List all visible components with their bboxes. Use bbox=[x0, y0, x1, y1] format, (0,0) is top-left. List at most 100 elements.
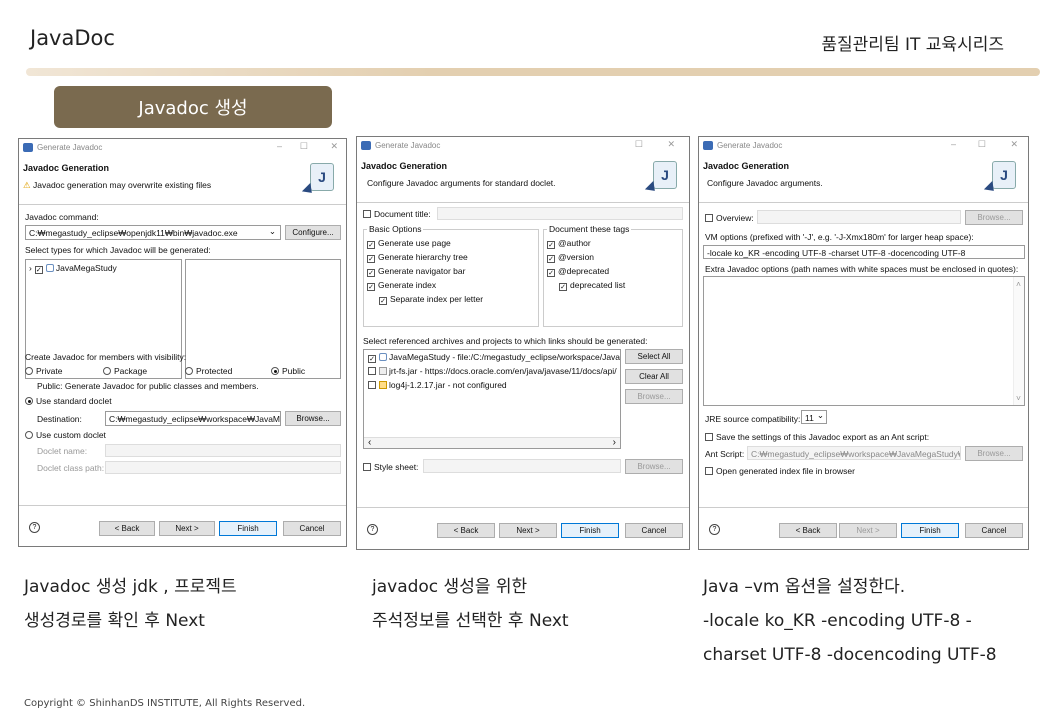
reference-checkbox[interactable]: ✓ bbox=[368, 355, 376, 363]
tag-deprecated[interactable]: ✓ @deprecated bbox=[547, 266, 609, 277]
option-separate-index[interactable]: ✓ Separate index per letter bbox=[379, 294, 483, 305]
scroll-down-icon[interactable]: ˅ bbox=[1016, 393, 1021, 403]
scroll-left-icon[interactable]: ‹ bbox=[368, 437, 371, 448]
radio-custom[interactable] bbox=[25, 431, 33, 439]
back-button[interactable]: < Back bbox=[437, 523, 495, 538]
chevron-down-icon: ⌄ bbox=[816, 410, 824, 420]
deprecated-checkbox[interactable]: ✓ bbox=[547, 269, 555, 277]
open-index-checkbox[interactable] bbox=[705, 467, 713, 475]
back-button[interactable]: < Back bbox=[779, 523, 837, 538]
use-custom-doclet[interactable]: Use custom doclet bbox=[25, 430, 106, 440]
option-navigator-bar[interactable]: ✓ Generate navigator bar bbox=[367, 266, 465, 277]
maximize-button[interactable]: ☐ bbox=[300, 141, 308, 152]
finish-button[interactable]: Finish bbox=[561, 523, 619, 538]
cancel-button[interactable]: Cancel bbox=[625, 523, 683, 538]
types-members-list[interactable] bbox=[185, 259, 341, 379]
finish-button[interactable]: Finish bbox=[901, 523, 959, 538]
style-sheet-option[interactable]: Style sheet: bbox=[363, 462, 418, 472]
visibility-public[interactable]: Public bbox=[271, 366, 305, 376]
configure-button[interactable]: Configure... bbox=[285, 225, 341, 240]
deprecated-list-checkbox[interactable]: ✓ bbox=[559, 283, 567, 291]
radio-package[interactable] bbox=[103, 367, 111, 375]
navigator-checkbox[interactable]: ✓ bbox=[367, 269, 375, 277]
tag-deprecated-list[interactable]: ✓ deprecated list bbox=[559, 280, 625, 291]
extra-options-textarea[interactable]: ˄ ˅ bbox=[703, 276, 1025, 406]
radio-standard[interactable] bbox=[25, 397, 33, 405]
cancel-button[interactable]: Cancel bbox=[283, 521, 341, 536]
option-hierarchy-tree[interactable]: ✓ Generate hierarchy tree bbox=[367, 252, 468, 263]
overview-option[interactable]: Overview: bbox=[705, 213, 754, 223]
references-list[interactable]: ✓ JavaMegaStudy - file:/C:/megastudy_ecli… bbox=[363, 349, 621, 449]
option-use-page[interactable]: ✓ Generate use page bbox=[367, 238, 451, 249]
option-generate-index[interactable]: ✓ Generate index bbox=[367, 280, 436, 291]
vm-options-field[interactable]: -locale ko_KR -encoding UTF-8 -charset U… bbox=[703, 245, 1025, 259]
radio-protected[interactable] bbox=[185, 367, 193, 375]
destination-field[interactable]: C:₩megastudy_eclipse₩workspace₩JavaMega bbox=[105, 411, 281, 426]
document-title-checkbox[interactable] bbox=[363, 210, 371, 218]
visibility-private[interactable]: Private bbox=[25, 366, 62, 376]
minimize-button[interactable]: – bbox=[951, 139, 956, 149]
help-icon[interactable]: ? bbox=[709, 524, 720, 535]
select-all-button[interactable]: Select All bbox=[625, 349, 683, 364]
save-ant-label: Save the settings of this Javadoc export… bbox=[716, 432, 930, 442]
minimize-button[interactable]: – bbox=[277, 141, 282, 151]
public-description: Public: Generate Javadoc for public clas… bbox=[37, 381, 259, 391]
reference-item[interactable]: ✓ JavaMegaStudy - file:/C:/megastudy_ecli… bbox=[368, 352, 620, 366]
clear-all-button[interactable]: Clear All bbox=[625, 369, 683, 384]
tree-expand-icon[interactable]: › bbox=[29, 263, 32, 273]
save-ant-checkbox[interactable] bbox=[705, 433, 713, 441]
use-standard-doclet[interactable]: Use standard doclet bbox=[25, 396, 112, 406]
tag-version[interactable]: ✓ @version bbox=[547, 252, 594, 263]
reference-item[interactable]: jrt-fs.jar - https://docs.oracle.com/en/… bbox=[368, 366, 617, 380]
help-icon[interactable]: ? bbox=[29, 522, 40, 533]
use-page-checkbox[interactable]: ✓ bbox=[367, 241, 375, 249]
reference-item[interactable]: log4j-1.2.17.jar - not configured bbox=[368, 380, 616, 394]
document-title-option[interactable]: Document title: bbox=[363, 209, 431, 219]
maximize-button[interactable]: ☐ bbox=[635, 139, 643, 150]
tag-author[interactable]: ✓ @author bbox=[547, 238, 591, 249]
back-button[interactable]: < Back bbox=[99, 521, 155, 536]
overview-checkbox[interactable] bbox=[705, 214, 713, 222]
cancel-button[interactable]: Cancel bbox=[965, 523, 1023, 538]
radio-private[interactable] bbox=[25, 367, 33, 375]
close-button[interactable]: ✕ bbox=[330, 141, 338, 152]
scroll-right-icon[interactable]: › bbox=[613, 437, 616, 448]
command-combo[interactable]: C:₩megastudy_eclipse₩openjdk11₩bin₩javad… bbox=[25, 225, 281, 240]
reference-checkbox[interactable] bbox=[368, 367, 376, 375]
jar-icon bbox=[379, 381, 387, 389]
close-button[interactable]: ✕ bbox=[1010, 139, 1018, 150]
next-button[interactable]: Next > bbox=[499, 523, 557, 538]
ant-browse-button[interactable]: Browse... bbox=[965, 446, 1023, 461]
reference-label: jrt-fs.jar - https://docs.oracle.com/en/… bbox=[389, 366, 617, 376]
destination-browse-button[interactable]: Browse... bbox=[285, 411, 341, 426]
next-button[interactable]: Next > bbox=[839, 523, 897, 538]
tree-checkbox[interactable]: ✓ bbox=[34, 266, 43, 274]
close-button[interactable]: ✕ bbox=[667, 139, 675, 150]
index-checkbox[interactable]: ✓ bbox=[367, 283, 375, 291]
scroll-up-icon[interactable]: ˄ bbox=[1016, 279, 1021, 289]
references-browse-button[interactable]: Browse... bbox=[625, 389, 683, 404]
radio-public[interactable] bbox=[271, 367, 279, 375]
save-ant-option[interactable]: Save the settings of this Javadoc export… bbox=[705, 432, 929, 442]
vertical-scrollbar[interactable]: ˄ ˅ bbox=[1013, 277, 1024, 405]
next-button[interactable]: Next > bbox=[159, 521, 215, 536]
author-checkbox[interactable]: ✓ bbox=[547, 241, 555, 249]
overview-browse-button[interactable]: Browse... bbox=[965, 210, 1023, 225]
maximize-button[interactable]: ☐ bbox=[978, 139, 986, 150]
tree-item-label[interactable]: JavaMegaStudy bbox=[56, 263, 117, 273]
hierarchy-checkbox[interactable]: ✓ bbox=[367, 255, 375, 263]
version-label: @version bbox=[558, 252, 595, 262]
visibility-package[interactable]: Package bbox=[103, 366, 147, 376]
jre-compat-select[interactable]: 11 ⌄ bbox=[801, 410, 827, 424]
finish-button[interactable]: Finish bbox=[219, 521, 277, 536]
open-index-option[interactable]: Open generated index file in browser bbox=[705, 466, 855, 476]
horizontal-scrollbar[interactable]: ‹ › bbox=[364, 437, 620, 448]
style-sheet-checkbox[interactable] bbox=[363, 463, 371, 471]
style-sheet-browse-button[interactable]: Browse... bbox=[625, 459, 683, 474]
help-icon[interactable]: ? bbox=[367, 524, 378, 535]
section-pill: Javadoc 생성 bbox=[54, 86, 332, 128]
visibility-protected[interactable]: Protected bbox=[185, 366, 232, 376]
version-checkbox[interactable]: ✓ bbox=[547, 255, 555, 263]
reference-checkbox[interactable] bbox=[368, 381, 376, 389]
separate-index-checkbox[interactable]: ✓ bbox=[379, 297, 387, 305]
